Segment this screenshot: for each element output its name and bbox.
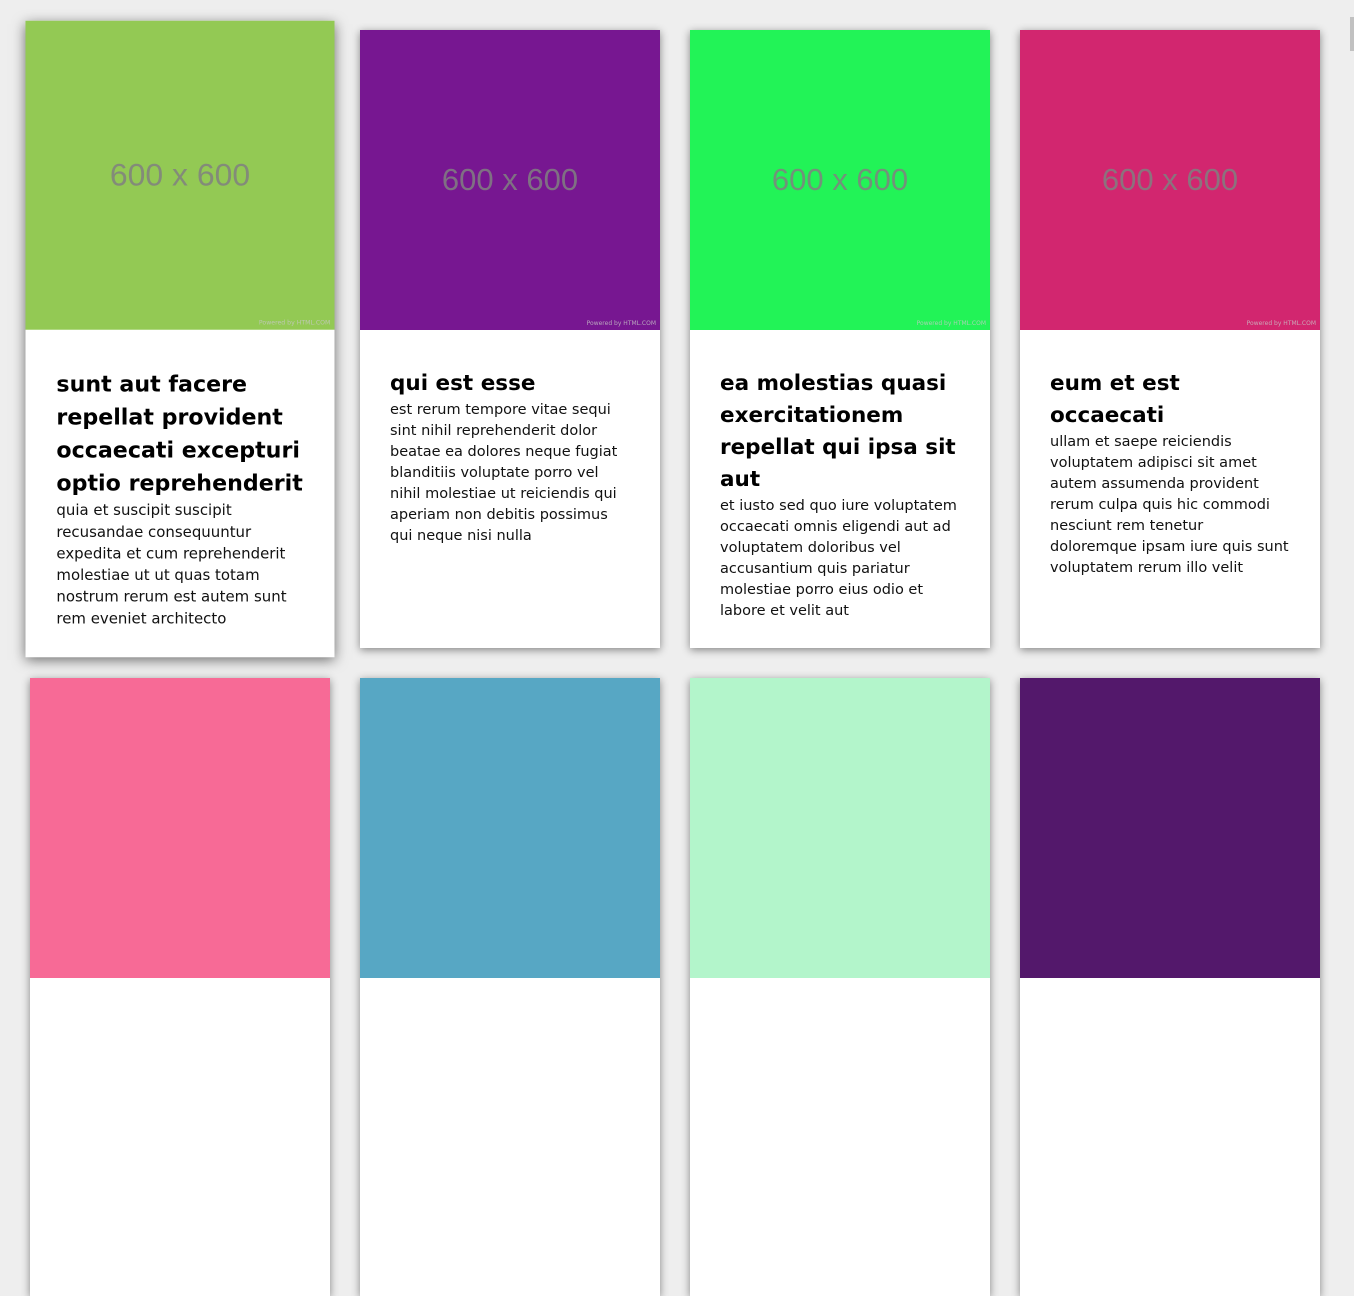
image-placeholder-label: 600 x 600 (771, 162, 909, 197)
card-text: quia et suscipit suscipit recusandae con… (56, 502, 287, 628)
card-image (30, 678, 330, 978)
card-image (360, 678, 660, 978)
image-placeholder-label: 600 x 600 (109, 156, 251, 193)
card-image: 600 x 600 Powered by HTML.COM (25, 20, 335, 330)
card-body: qui est esse est rerum tempore vitae sequ… (360, 330, 660, 547)
post-card[interactable]: 600 x 600 Powered by HTML.COM qui est esse… (360, 30, 660, 648)
post-card[interactable] (1020, 678, 1320, 1296)
post-card[interactable] (690, 678, 990, 1296)
card-image (690, 678, 990, 978)
card-body: ea molestias quasi exercitationem repell… (690, 330, 990, 622)
card-title: sunt aut facere repellat provident occae… (56, 371, 303, 497)
post-card[interactable]: 600 x 600 Powered by HTML.COM ea molestias… (690, 30, 990, 648)
scrollbar[interactable] (1348, 0, 1354, 767)
post-card[interactable] (360, 678, 660, 1296)
card-body: sunt aut facere repellat provident occae… (26, 330, 335, 631)
image-placeholder-label: 600 x 600 (441, 162, 579, 197)
card-title: ea molestias quasi exercitationem repell… (720, 371, 956, 492)
image-credit: Powered by HTML.COM (1246, 320, 1316, 327)
card-title: qui est esse (390, 371, 536, 396)
scrollbar-thumb[interactable] (1350, 17, 1354, 51)
image-credit: Powered by HTML.COM (586, 320, 656, 327)
card-text: ullam et saepe reiciendis voluptatem adi… (1050, 434, 1289, 576)
image-placeholder-label: 600 x 600 (1101, 162, 1239, 197)
card-text: est rerum tempore vitae sequi sint nihil… (390, 402, 618, 544)
image-credit: Powered by HTML.COM (258, 319, 331, 327)
post-card[interactable]: 600 x 600 Powered by HTML.COM eum et est o… (1020, 30, 1320, 648)
image-credit: Powered by HTML.COM (916, 320, 986, 327)
card-image: 600 x 600 Powered by HTML.COM (690, 30, 990, 330)
post-card[interactable] (30, 678, 330, 1296)
card-text: et iusto sed quo iure voluptatem occaeca… (720, 498, 957, 619)
card-image: 600 x 600 Powered by HTML.COM (1020, 30, 1320, 330)
post-card[interactable]: 600 x 600 Powered by HTML.COM sunt aut fac… (25, 20, 335, 658)
card-body: eum et est occaecati ullam et saepe reici… (1020, 330, 1320, 579)
card-grid: 600 x 600 Powered by HTML.COM sunt aut fac… (25, 20, 1320, 1296)
card-image (1020, 678, 1320, 978)
card-image: 600 x 600 Powered by HTML.COM (360, 30, 660, 330)
card-title: eum et est occaecati (1050, 371, 1180, 428)
